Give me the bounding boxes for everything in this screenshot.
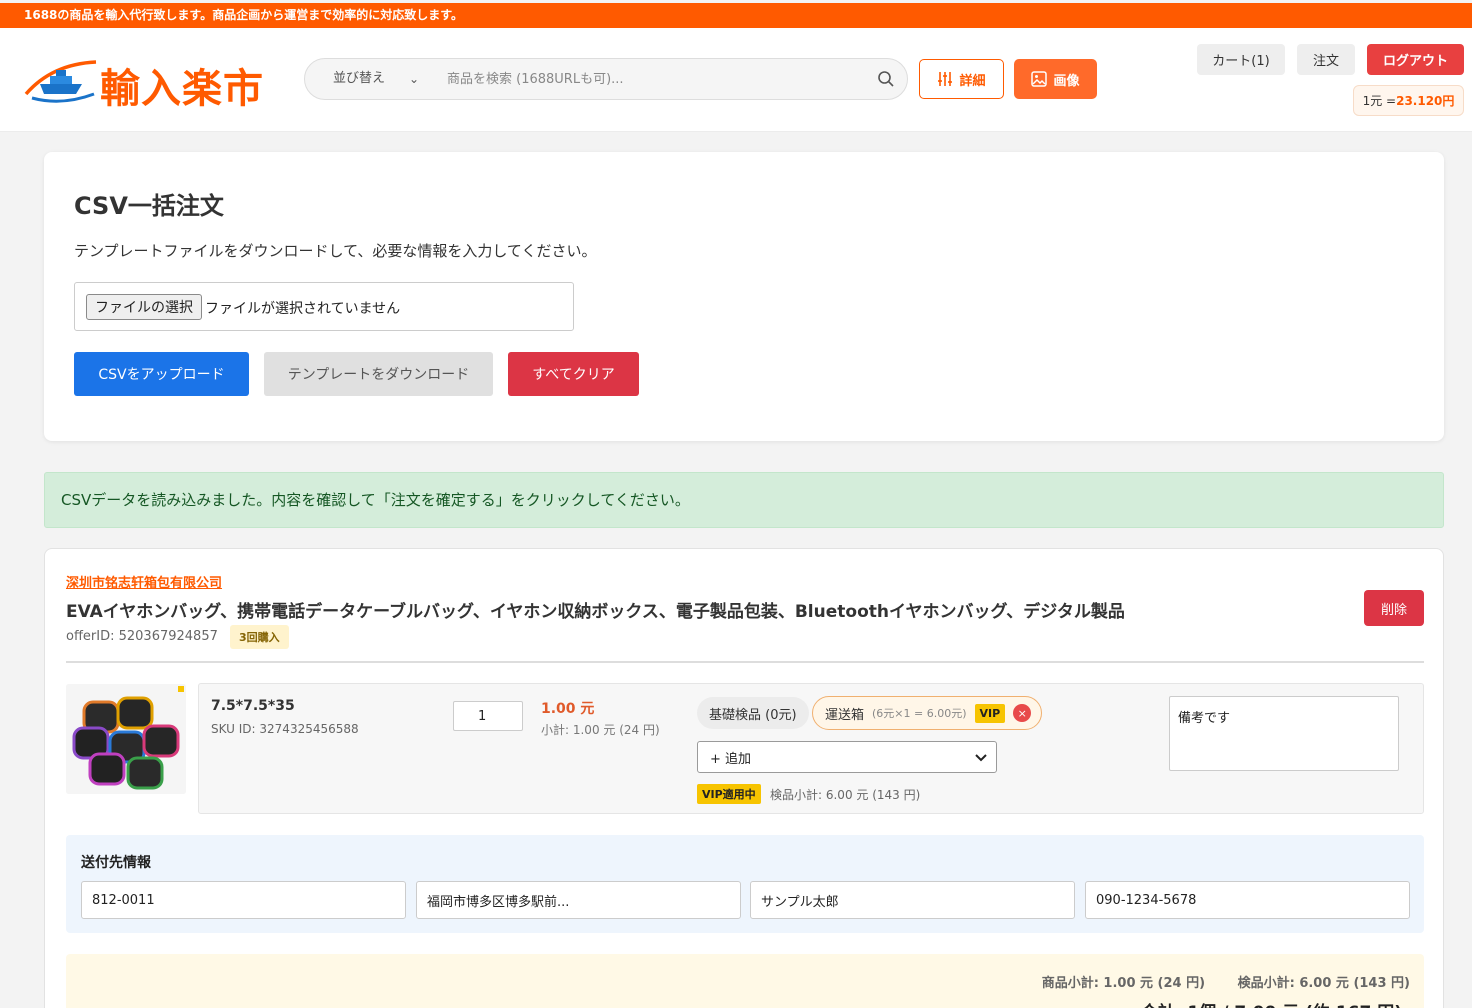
recipient-name-field[interactable]: サンプル太郎: [750, 881, 1075, 919]
search-input[interactable]: [447, 65, 857, 93]
address-field[interactable]: 福岡市博多区博多駅前...: [416, 881, 741, 919]
inspection-tag[interactable]: 基礎検品 (0元): [697, 697, 809, 729]
shipping-box-tag: 運送箱 (6元×1 = 6.00元) VIP ×: [812, 696, 1043, 730]
sku-subtotal: 小計: 1.00 元 (24 円): [541, 723, 660, 737]
supplier-link[interactable]: 深圳市铭志轩箱包有限公司: [66, 572, 222, 591]
ship-logo-icon: [24, 60, 97, 103]
grand-total: 合計: 1個 / 7.00 元 (約 167 円): [1141, 998, 1402, 1008]
rate-value: 23.120円: [1396, 94, 1455, 108]
sku-name: 7.5*7.5*35: [211, 698, 295, 714]
rate-prefix: 1元 =: [1362, 94, 1397, 108]
file-status: ファイルが選択されていません: [205, 301, 401, 317]
totals-section: 商品小計: 1.00 元 (24 円) 検品小計: 6.00 元 (143 円)…: [66, 954, 1424, 1008]
chevron-down-icon: [975, 754, 987, 762]
vip-applied-badge: VIP適用中: [697, 784, 761, 804]
quantity-input[interactable]: [453, 701, 523, 731]
top-banner: 1688の商品を輸入代行致します。商品企画から運営まで効率的に対応致します。: [0, 3, 1472, 28]
sort-select[interactable]: 並び替え: [333, 59, 385, 99]
product-title: EVAイヤホンバッグ、携帯電話データケーブルバッグ、イヤホン収納ボックス、電子製…: [66, 602, 1125, 622]
inspection-subtotal-total: 検品小計: 6.00 元 (143 円): [1237, 976, 1410, 991]
product-subtotal: 商品小計: 1.00 元 (24 円): [1041, 976, 1206, 991]
postal-code-field[interactable]: 812-0011: [81, 881, 406, 919]
file-input[interactable]: ファイルの選択 ファイルが選択されていません: [74, 282, 574, 331]
site-header: 輸入楽市 並び替え ⌄ 詳細 画像 カート(1) 注文 ログアウト: [0, 28, 1472, 132]
image-search-button[interactable]: 画像: [1014, 59, 1097, 99]
image-label: 画像: [1053, 73, 1080, 89]
exchange-rate-badge: 1元 = 23.120円: [1353, 85, 1464, 116]
site-logo[interactable]: 輸入楽市: [22, 54, 282, 112]
phone-field[interactable]: 090-1234-5678: [1085, 881, 1410, 919]
choose-file-button[interactable]: ファイルの選択: [86, 294, 202, 320]
divider: [66, 661, 1424, 663]
logout-button[interactable]: ログアウト: [1367, 44, 1464, 75]
orders-button[interactable]: 注文: [1297, 44, 1355, 75]
shipping-info-title: 送付先情報: [81, 855, 151, 871]
offer-id: offerID: 520367924857: [66, 629, 218, 644]
delete-button[interactable]: 削除: [1364, 590, 1424, 626]
memo-textarea[interactable]: 備考です: [1169, 696, 1399, 771]
add-option-label: + 追加: [710, 751, 752, 767]
success-alert: CSVデータを読み込みました。内容を確認して「注文を確定する」をクリックしてくだ…: [44, 472, 1444, 528]
vip-badge: VIP: [974, 703, 1006, 723]
add-option-select[interactable]: + 追加: [697, 741, 997, 773]
chevron-down-icon[interactable]: ⌄: [409, 59, 419, 99]
clear-all-button[interactable]: すべてクリア: [508, 352, 639, 396]
detail-search-button[interactable]: 詳細: [919, 59, 1004, 99]
sku-id: SKU ID: 3274325456588: [211, 722, 359, 736]
earphone-cases-image: [66, 684, 186, 794]
sku-row: 7.5*7.5*35 SKU ID: 3274325456588 1.00 元 …: [198, 683, 1424, 814]
product-thumbnail: [66, 684, 186, 794]
shipping-info-section: 送付先情報 812-0011 福岡市博多区博多駅前... サンプル太郎 090-…: [66, 835, 1424, 933]
inspection-subtotal: 検品小計: 6.00 元 (143 円): [770, 788, 921, 802]
purchase-count-badge: 3回購入: [230, 625, 289, 649]
upload-csv-button[interactable]: CSVをアップロード: [74, 352, 249, 396]
cart-button[interactable]: カート(1): [1197, 44, 1285, 75]
shipping-tag-detail: (6元×1 = 6.00元): [872, 707, 967, 720]
sliders-icon: [938, 72, 953, 86]
remove-tag-icon[interactable]: ×: [1013, 704, 1032, 722]
totals-line: 商品小計: 1.00 元 (24 円) 検品小計: 6.00 元 (143 円): [1042, 972, 1410, 991]
search-bar: 並び替え ⌄: [304, 58, 908, 100]
image-icon: [1031, 71, 1048, 87]
logo-text: 輸入楽市: [100, 65, 264, 112]
shipping-tag-label: 運送箱: [825, 707, 865, 723]
detail-label: 詳細: [959, 73, 986, 89]
download-template-button[interactable]: テンプレートをダウンロード: [264, 352, 493, 396]
order-card: 深圳市铭志轩箱包有限公司 EVAイヤホンバッグ、携帯電話データケーブルバッグ、イ…: [44, 548, 1444, 1008]
search-icon[interactable]: [877, 70, 895, 88]
csv-description: テンプレートファイルをダウンロードして、必要な情報を入力してください。: [74, 242, 597, 260]
unit-price: 1.00 元: [541, 701, 595, 717]
csv-bulk-order-card: CSV一括注文 テンプレートファイルをダウンロードして、必要な情報を入力してくだ…: [44, 152, 1444, 441]
page-title: CSV一括注文: [74, 192, 224, 220]
